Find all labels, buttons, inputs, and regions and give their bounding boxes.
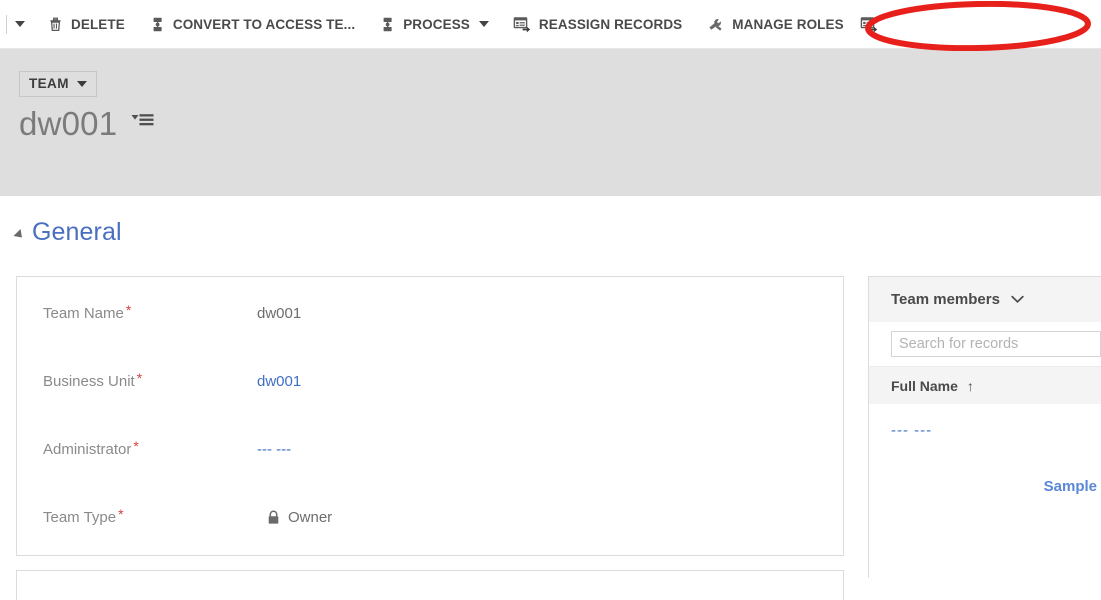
related-records-panel: Team members Full Name ↑ --- --- Sample [868, 276, 1101, 578]
field-row-team-type: Team Type * Owner [17, 503, 843, 531]
field-label-team-type-text: Team Type [43, 508, 117, 526]
record-title-group: dw001 [19, 107, 155, 140]
command-bar-trailing-button[interactable] [856, 0, 883, 48]
field-value-team-type-text: Owner [288, 508, 333, 526]
delete-button[interactable]: DELETE [35, 0, 137, 48]
cell-full-name[interactable]: --- --- [891, 422, 932, 439]
sample-link[interactable]: Sample [1044, 478, 1097, 495]
hierarchy-icon [379, 16, 396, 33]
process-button[interactable]: PROCESS [367, 0, 501, 48]
field-row-team-name: Team Name * dw001 [17, 299, 843, 327]
entity-type-label: TEAM [29, 76, 69, 91]
general-field-card: Team Name * dw001 Business Unit * dw001 Ad… [16, 276, 844, 556]
triangle-collapse-icon [13, 228, 26, 241]
chevron-down-icon [15, 21, 25, 27]
field-label-administrator-text: Administrator [43, 440, 132, 458]
lock-icon [267, 510, 280, 525]
record-set-menu-icon[interactable] [130, 110, 155, 130]
field-row-business-unit: Business Unit * dw001 [17, 367, 843, 395]
command-bar: DELETE CONVERT TO ACCESS TE... PROCESS R… [0, 0, 1101, 49]
related-panel-title: Team members [891, 291, 1000, 308]
related-panel-header[interactable]: Team members [869, 277, 1101, 322]
grid-header-row: Full Name ↑ [869, 366, 1101, 404]
command-bar-overflow-button[interactable] [15, 0, 35, 48]
field-value-team-type: Owner [267, 509, 332, 526]
required-indicator: * [118, 505, 124, 522]
section-header-general[interactable]: General [13, 218, 122, 247]
reassign-records-button[interactable]: REASSIGN RECORDS [501, 0, 694, 48]
field-label-team-type: Team Type * [43, 505, 124, 526]
reassign-records-icon [860, 16, 879, 33]
field-row-administrator: Administrator * --- --- [17, 435, 843, 463]
delete-button-label: DELETE [71, 16, 125, 32]
required-indicator: * [133, 437, 139, 454]
hierarchy-icon [149, 16, 166, 33]
field-label-business-unit: Business Unit * [43, 369, 143, 390]
reassign-records-icon [513, 16, 532, 33]
search-input[interactable] [891, 331, 1101, 357]
command-bar-divider [6, 14, 7, 34]
required-indicator: * [125, 301, 132, 318]
reassign-records-label: REASSIGN RECORDS [538, 16, 683, 32]
manage-roles-label: MANAGE ROLES [732, 16, 844, 32]
field-label-administrator: Administrator * [43, 437, 139, 458]
field-value-administrator[interactable]: --- --- [257, 441, 291, 458]
wrench-icon [706, 16, 725, 33]
required-indicator: * [136, 369, 143, 386]
field-value-business-unit[interactable]: dw001 [257, 373, 301, 390]
table-row[interactable]: --- --- [869, 404, 1101, 456]
field-value-business-unit-text: dw001 [257, 372, 302, 390]
column-header-full-name[interactable]: Full Name [891, 378, 958, 394]
manage-roles-button[interactable]: MANAGE ROLES [694, 0, 855, 48]
sort-ascending-icon[interactable]: ↑ [967, 379, 974, 393]
trash-icon [47, 16, 64, 33]
convert-to-access-team-button[interactable]: CONVERT TO ACCESS TE... [137, 0, 367, 48]
section-title-general: General [32, 218, 122, 246]
chevron-down-icon[interactable] [1011, 295, 1024, 304]
chevron-down-icon [478, 21, 489, 27]
field-value-administrator-text: --- --- [257, 440, 292, 458]
field-label-team-name: Team Name * [43, 301, 132, 322]
convert-to-access-team-label: CONVERT TO ACCESS TE... [172, 16, 356, 32]
related-panel-search-row [869, 322, 1101, 366]
chevron-down-icon [76, 80, 87, 87]
field-label-team-name-text: Team Name [43, 304, 124, 322]
record-header: TEAM dw001 [0, 49, 1101, 196]
field-value-team-name[interactable]: dw001 [257, 305, 301, 322]
entity-type-chip[interactable]: TEAM [19, 71, 97, 97]
related-panel-footer: Sample [869, 456, 1101, 516]
field-label-business-unit-text: Business Unit [43, 372, 135, 390]
field-value-team-name-text: dw001 [257, 304, 302, 322]
page-title: dw001 [19, 105, 118, 142]
process-button-label: PROCESS [403, 16, 470, 32]
secondary-field-card [16, 570, 844, 600]
